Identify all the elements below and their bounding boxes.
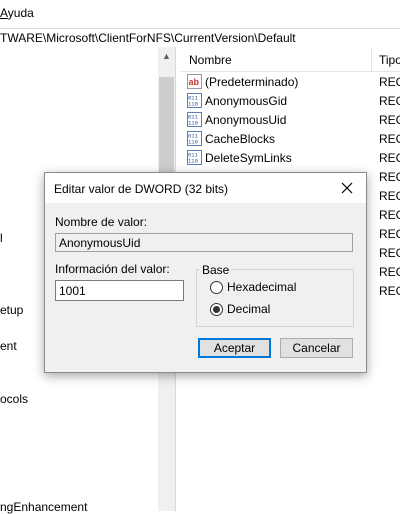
- scroll-up-icon[interactable]: ▲: [158, 49, 175, 63]
- accept-button[interactable]: Aceptar: [198, 338, 271, 358]
- list-item[interactable]: 011 110 CacheBlocks: [181, 130, 400, 149]
- list-item[interactable]: 011 110 DeleteSymLinks: [181, 149, 400, 168]
- svg-text:110: 110: [188, 158, 198, 165]
- list-item[interactable]: ab (Predeterminado): [181, 73, 400, 92]
- tree-item[interactable]: ngEnhancement: [0, 500, 87, 514]
- column-header-type[interactable]: Tipo: [379, 53, 400, 67]
- value-type: REG: [379, 189, 400, 203]
- tree-item[interactable]: l: [0, 231, 3, 245]
- tree-item[interactable]: ocols: [0, 392, 28, 406]
- address-bar[interactable]: TWARE\Microsoft\ClientForNFS\CurrentVers…: [0, 28, 400, 48]
- binary-value-icon: 011 110: [187, 93, 202, 108]
- string-value-icon: ab: [187, 74, 202, 89]
- menu-bar: Ayuda: [0, 0, 400, 26]
- svg-text:ab: ab: [189, 77, 200, 87]
- value-type: REG: [379, 94, 400, 108]
- value-name: AnonymousUid: [205, 113, 287, 127]
- value-type: REG: [379, 265, 400, 279]
- binary-value-icon: 011 110: [187, 131, 202, 146]
- scroll-thumb[interactable]: [159, 77, 174, 177]
- svg-text:110: 110: [188, 120, 198, 127]
- decimal-label[interactable]: Decimal: [227, 302, 270, 316]
- list-item[interactable]: 011 110 AnonymousUid: [181, 111, 400, 130]
- binary-value-icon: 011 110: [187, 112, 202, 127]
- value-name-field: AnonymousUid: [55, 233, 353, 252]
- value-name: DeleteSymLinks: [205, 151, 292, 165]
- close-icon: [341, 182, 353, 194]
- value-type: REG: [379, 208, 400, 222]
- value-name-text: AnonymousUid: [59, 236, 141, 250]
- value-name: AnonymousGid: [205, 94, 288, 108]
- close-button[interactable]: [336, 178, 358, 198]
- svg-text:110: 110: [188, 139, 198, 146]
- value-data-input[interactable]: [55, 280, 184, 301]
- base-group: [196, 269, 354, 327]
- dialog-title: Editar valor de DWORD (32 bits): [54, 182, 229, 196]
- dialog-titlebar[interactable]: Editar valor de DWORD (32 bits): [45, 173, 366, 203]
- hexadecimal-label[interactable]: Hexadecimal: [227, 280, 296, 294]
- value-name: CacheBlocks: [205, 132, 276, 146]
- address-path: TWARE\Microsoft\ClientForNFS\CurrentVers…: [0, 31, 296, 45]
- value-type: REG: [379, 170, 400, 184]
- base-group-label: Base: [200, 263, 232, 277]
- tree-item[interactable]: ent: [0, 339, 17, 353]
- value-type: REG: [379, 151, 400, 165]
- list-item[interactable]: 011 110 AnonymousGid: [181, 92, 400, 111]
- column-divider[interactable]: [371, 47, 372, 71]
- svg-text:110: 110: [188, 101, 198, 108]
- value-type: REG: [379, 246, 400, 260]
- decimal-radio[interactable]: [210, 303, 223, 316]
- value-type: REG: [379, 227, 400, 241]
- value-type: REG: [379, 132, 400, 146]
- cancel-button[interactable]: Cancelar: [280, 338, 353, 358]
- value-name-label: Nombre de valor:: [55, 215, 148, 229]
- binary-value-icon: 011 110: [187, 150, 202, 165]
- value-name: (Predeterminado): [205, 75, 299, 89]
- menu-help[interactable]: Ayuda: [0, 6, 34, 20]
- list-header: Nombre Tipo: [181, 47, 400, 72]
- edit-dword-dialog: Editar valor de DWORD (32 bits) Nombre d…: [44, 172, 367, 373]
- column-header-name[interactable]: Nombre: [189, 53, 232, 67]
- value-type: REG: [379, 284, 400, 298]
- value-type: REG: [379, 113, 400, 127]
- hexadecimal-radio[interactable]: [210, 281, 223, 294]
- value-type: REG: [379, 75, 400, 89]
- value-data-label: Información del valor:: [55, 262, 170, 276]
- radio-selected-icon: [213, 306, 220, 313]
- tree-item[interactable]: etup: [0, 303, 23, 317]
